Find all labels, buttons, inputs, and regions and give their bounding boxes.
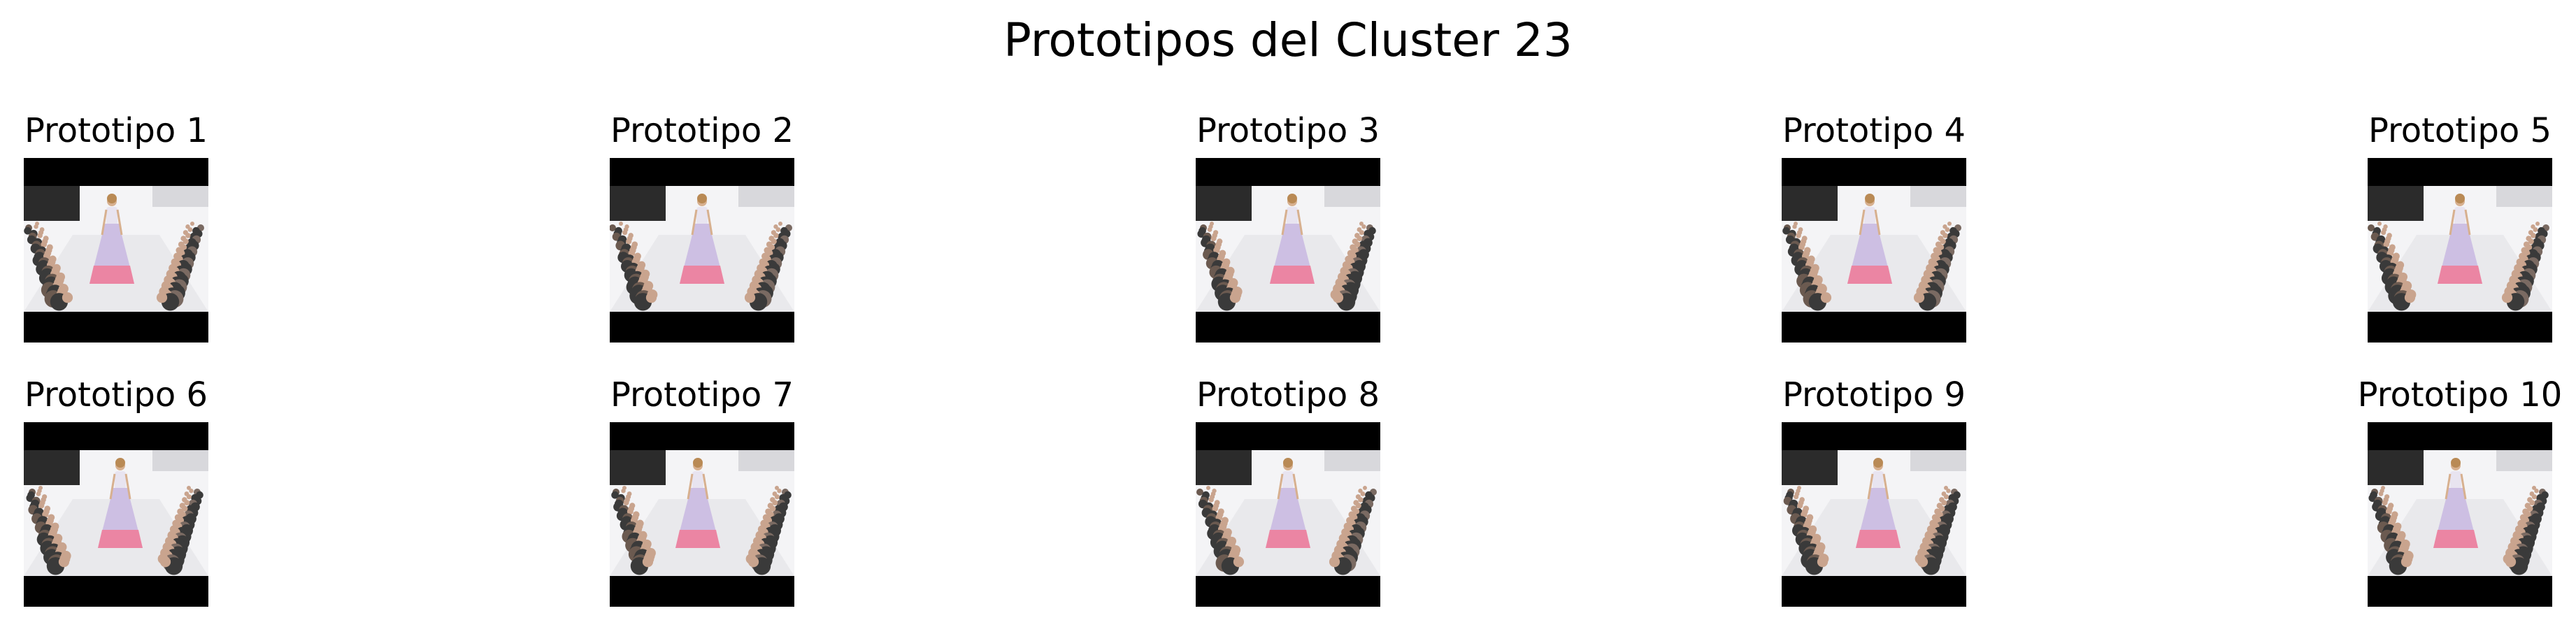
prototype-title: Prototipo 3	[1196, 111, 1380, 150]
prototype-thumbnail	[24, 158, 208, 343]
figure-title: Prototipos del Cluster 23	[1003, 13, 1573, 67]
prototype-title: Prototipo 4	[1782, 111, 1966, 150]
prototype-title: Prototipo 8	[1196, 375, 1380, 415]
prototype-title: Prototipo 9	[1782, 375, 1966, 415]
prototype-thumbnail	[1782, 422, 1966, 607]
prototype-thumbnail	[2368, 422, 2552, 607]
prototype-thumbnail	[610, 158, 794, 343]
prototype-thumbnail	[24, 422, 208, 607]
runway-photo	[610, 158, 794, 343]
runway-photo	[2368, 422, 2552, 607]
prototype-title: Prototipo 6	[24, 375, 208, 415]
runway-photo	[24, 422, 208, 607]
prototype-title: Prototipo 2	[610, 111, 794, 150]
prototype-thumbnail	[610, 422, 794, 607]
runway-photo	[24, 158, 208, 343]
figure: Prototipos del Cluster 23 Prototipo 1 Pr…	[0, 0, 2576, 627]
runway-photo	[610, 422, 794, 607]
prototype-title: Prototipo 1	[24, 111, 208, 150]
prototype-thumbnail	[1196, 422, 1380, 607]
prototype-thumbnail	[2368, 158, 2552, 343]
prototype-thumbnail	[1196, 158, 1380, 343]
prototype-title: Prototipo 10	[2357, 375, 2563, 415]
runway-photo	[1196, 422, 1380, 607]
prototype-thumbnail	[1782, 158, 1966, 343]
prototype-title: Prototipo 5	[2368, 111, 2552, 150]
runway-photo	[2368, 158, 2552, 343]
runway-photo	[1782, 158, 1966, 343]
runway-photo	[1782, 422, 1966, 607]
prototype-title: Prototipo 7	[610, 375, 794, 415]
runway-photo	[1196, 158, 1380, 343]
